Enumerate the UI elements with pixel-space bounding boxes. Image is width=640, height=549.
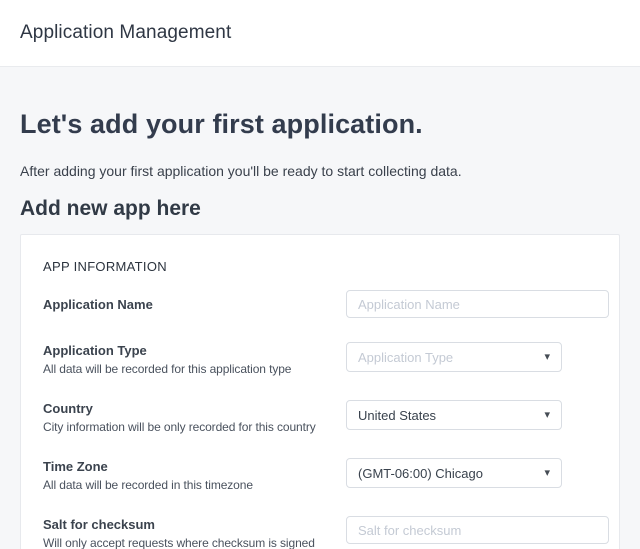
chevron-down-icon: ▾ — [544, 466, 550, 480]
application-name-input[interactable] — [346, 290, 609, 318]
salt-input[interactable] — [346, 516, 609, 544]
field-row-application-type: Application Type All data will be record… — [43, 342, 597, 376]
country-select[interactable]: United States ▾ — [346, 400, 562, 430]
application-name-label: Application Name — [43, 297, 336, 313]
main-content: Let's add your first application. After … — [0, 107, 640, 549]
salt-label: Salt for checksum — [43, 517, 336, 533]
country-description: City information will be only recorded f… — [43, 420, 336, 434]
page-title: Application Management — [20, 22, 231, 44]
welcome-subtext: After adding your first application you'… — [20, 162, 620, 180]
timezone-select-value: (GMT-06:00) Chicago — [358, 466, 483, 481]
application-type-select[interactable]: Application Type ▾ — [346, 342, 562, 372]
add-app-section-heading: Add new app here — [20, 196, 620, 222]
timezone-select[interactable]: (GMT-06:00) Chicago ▾ — [346, 458, 562, 488]
timezone-label: Time Zone — [43, 459, 336, 475]
salt-description: Will only accept requests where checksum… — [43, 536, 336, 549]
country-select-value: United States — [358, 408, 436, 423]
timezone-description: All data will be recorded in this timezo… — [43, 478, 336, 492]
application-type-label: Application Type — [43, 343, 336, 359]
welcome-heading: Let's add your first application. — [20, 107, 620, 141]
page-header: Application Management — [0, 0, 640, 67]
field-row-application-name: Application Name — [43, 290, 597, 318]
field-row-timezone: Time Zone All data will be recorded in t… — [43, 458, 597, 492]
field-row-salt-for-checksum: Salt for checksum Will only accept reque… — [43, 516, 597, 549]
application-type-description: All data will be recorded for this appli… — [43, 362, 336, 376]
app-information-card: APP INFORMATION Application Name Applica… — [20, 234, 620, 549]
app-information-section-label: APP INFORMATION — [43, 259, 597, 274]
chevron-down-icon: ▾ — [544, 408, 550, 422]
chevron-down-icon: ▾ — [544, 350, 550, 364]
country-label: Country — [43, 401, 336, 417]
application-type-select-value: Application Type — [358, 350, 453, 365]
field-row-country: Country City information will be only re… — [43, 400, 597, 434]
